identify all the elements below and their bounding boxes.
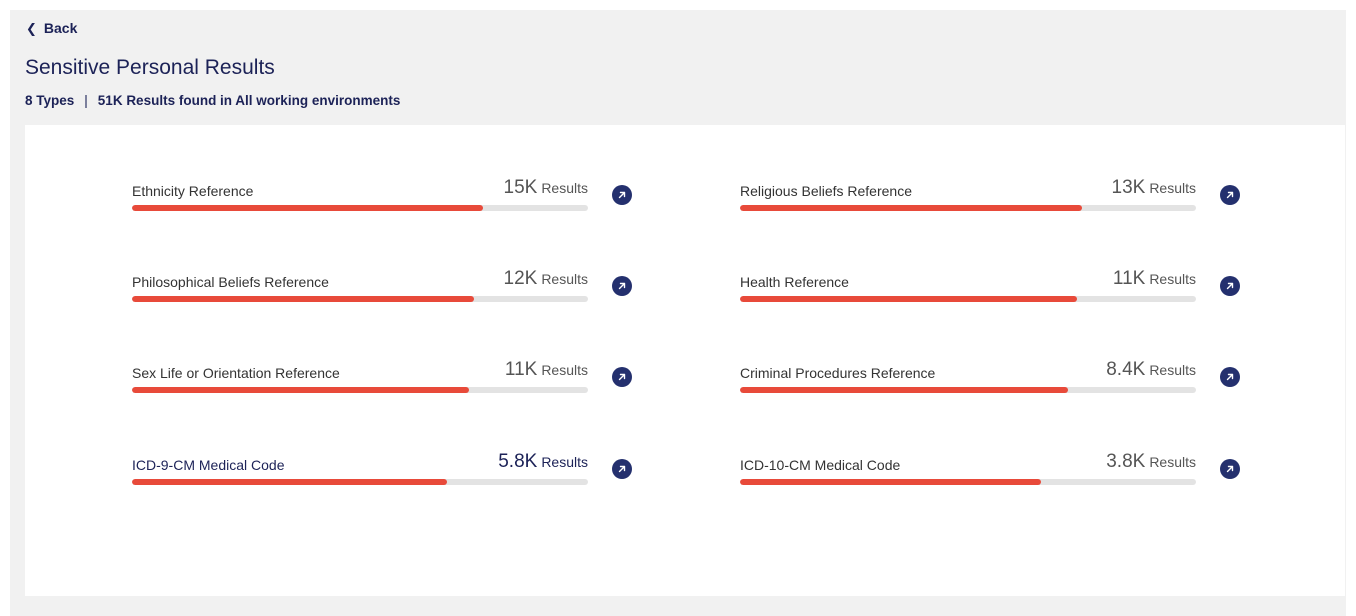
open-result-button[interactable] (1220, 367, 1240, 387)
result-item-health: Health Reference 11K Results (740, 264, 1240, 304)
result-count-value: 13K (1111, 177, 1146, 198)
result-progress-fill (132, 205, 484, 211)
chevron-left-icon: ❮ (26, 20, 37, 36)
open-result-button[interactable] (1220, 185, 1240, 205)
result-progress-fill (740, 479, 1041, 485)
result-count-value: 3.8K (1106, 451, 1146, 472)
open-result-button[interactable] (612, 185, 632, 205)
result-count-value: 8.4K (1106, 359, 1146, 380)
result-count-unit: Results (1149, 362, 1196, 378)
arrow-up-right-icon (1226, 373, 1234, 381)
result-progress-track (132, 479, 588, 485)
arrow-up-right-icon (618, 191, 626, 199)
results-card: Ethnicity Reference 15K Results Religious… (25, 125, 1345, 596)
result-progress-track (132, 205, 588, 211)
result-count-unit: Results (541, 362, 588, 378)
result-item-philosophical-beliefs: Philosophical Beliefs Reference 12K Resul… (132, 264, 632, 304)
result-count: 8.4K Results (1106, 359, 1196, 381)
result-count-value: 5.8K (498, 451, 538, 472)
types-count: 8 Types (25, 93, 75, 108)
open-result-button[interactable] (612, 276, 632, 296)
result-count-value: 15K (503, 177, 538, 198)
result-label: ICD-9-CM Medical Code (132, 457, 285, 473)
result-progress-track (132, 296, 588, 302)
arrow-up-right-icon (618, 373, 626, 381)
open-result-button[interactable] (1220, 459, 1240, 479)
result-progress-track (740, 296, 1196, 302)
result-count-value: 11K (504, 359, 538, 380)
result-item-criminal-procedures: Criminal Procedures Reference 8.4K Result… (740, 355, 1240, 395)
result-count: 11K Results (1113, 268, 1196, 290)
arrow-up-right-icon (1226, 191, 1234, 199)
result-item-icd-10-cm: ICD-10-CM Medical Code 3.8K Results (740, 447, 1240, 487)
result-progress-fill (740, 205, 1082, 211)
result-progress-fill (132, 479, 447, 485)
result-count-value: 12K (503, 268, 538, 289)
page-title: Sensitive Personal Results (25, 56, 275, 79)
result-label: Criminal Procedures Reference (740, 365, 936, 381)
result-item-sex-life-orientation: Sex Life or Orientation Reference 11K Res… (132, 355, 632, 395)
open-result-button[interactable] (1220, 276, 1240, 296)
result-count: 15K Results (504, 177, 589, 199)
open-result-button[interactable] (612, 459, 632, 479)
result-count: 5.8K Results (498, 451, 588, 473)
page-background: ❮ Back Sensitive Personal Results 8 Type… (10, 10, 1346, 616)
arrow-up-right-icon (618, 465, 626, 473)
result-count-unit: Results (541, 271, 588, 287)
result-progress-track (740, 205, 1196, 211)
result-count: 13K Results (1112, 177, 1197, 199)
results-summary-line: 8 Types | 51K Results found in All worki… (25, 93, 400, 108)
result-count: 11K Results (505, 359, 588, 381)
results-summary: 51K Results found in All working environ… (97, 93, 401, 108)
back-label: Back (43, 20, 78, 36)
arrow-up-right-icon (618, 282, 626, 290)
result-count: 3.8K Results (1106, 451, 1196, 473)
result-count-unit: Results (1149, 454, 1196, 470)
result-progress-fill (132, 387, 470, 393)
result-progress-fill (740, 387, 1069, 393)
result-progress-track (740, 387, 1196, 393)
arrow-up-right-icon (1226, 282, 1234, 290)
arrow-up-right-icon (1226, 465, 1234, 473)
result-progress-fill (132, 296, 474, 302)
result-count-value: 11K (1112, 268, 1146, 289)
summary-separator: | (84, 93, 88, 108)
result-progress-track (740, 479, 1196, 485)
result-item-ethnicity: Ethnicity Reference 15K Results (132, 173, 632, 213)
result-progress-fill (740, 296, 1078, 302)
result-progress-track (132, 387, 588, 393)
result-item-religious-beliefs: Religious Beliefs Reference 13K Results (740, 173, 1240, 213)
result-count-unit: Results (541, 454, 588, 470)
result-label: Sex Life or Orientation Reference (132, 365, 340, 381)
result-label: ICD-10-CM Medical Code (740, 457, 901, 473)
result-label: Health Reference (740, 274, 849, 290)
result-count-unit: Results (541, 180, 588, 196)
result-count-unit: Results (1149, 180, 1196, 196)
result-label: Religious Beliefs Reference (740, 183, 912, 199)
result-label: Philosophical Beliefs Reference (132, 274, 329, 290)
result-label: Ethnicity Reference (132, 183, 254, 199)
open-result-button[interactable] (612, 367, 632, 387)
result-count: 12K Results (504, 268, 589, 290)
result-count-unit: Results (1149, 271, 1196, 287)
back-link[interactable]: ❮ Back (26, 20, 77, 36)
result-item-icd-9-cm: ICD-9-CM Medical Code 5.8K Results (132, 447, 632, 487)
